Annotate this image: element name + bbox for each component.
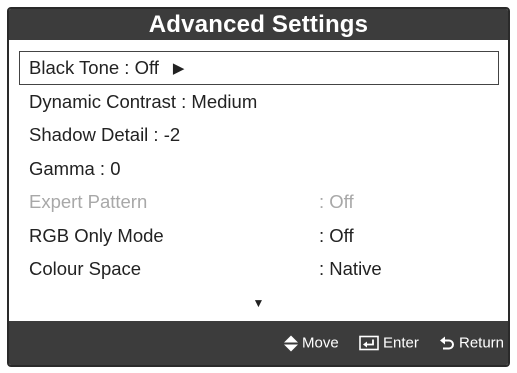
menu-item-label: Colour Space: [29, 258, 142, 280]
scroll-down-indicator-icon[interactable]: ▼: [9, 296, 508, 310]
return-hint: Return: [439, 335, 504, 352]
menu-item-value: : Off: [319, 191, 354, 213]
menu-item-label: RGB Only Mode: [29, 224, 164, 246]
footer-hint-bar: Move Enter Return: [9, 321, 508, 365]
move-hint: Move: [284, 335, 339, 352]
window-title: Advanced Settings: [9, 9, 508, 40]
menu-item-value: : Off: [319, 224, 354, 246]
menu-item-value: : Native: [319, 258, 382, 280]
menu-item-label: Shadow Detail : -2: [29, 124, 181, 146]
menu-item-label: Expert Pattern: [29, 191, 148, 213]
menu-item-rgb-only-mode[interactable]: RGB Only Mode : Off: [19, 219, 499, 253]
settings-menu: Black Tone : Off ▶ Dynamic Contrast : Med…: [19, 51, 499, 286]
menu-item-colour-space[interactable]: Colour Space : Native: [19, 253, 499, 287]
menu-item-dynamic-contrast[interactable]: Dynamic Contrast : Medium: [19, 85, 499, 119]
submenu-arrow-icon: ▶: [172, 60, 185, 77]
enter-icon: [359, 335, 379, 351]
menu-item-label: Gamma : 0: [29, 157, 121, 179]
menu-item-expert-pattern: Expert Pattern : Off: [19, 186, 499, 220]
enter-hint: Enter: [359, 335, 419, 352]
menu-item-gamma[interactable]: Gamma : 0: [19, 152, 499, 186]
menu-item-shadow-detail[interactable]: Shadow Detail : -2: [19, 119, 499, 153]
return-label: Return: [459, 334, 505, 352]
enter-label: Enter: [383, 334, 419, 352]
menu-item-black-tone[interactable]: Black Tone : Off ▶: [19, 51, 499, 85]
advanced-settings-window: Advanced Settings Black Tone : Off ▶ Dyna…: [7, 7, 510, 367]
up-down-arrows-icon: [284, 335, 298, 351]
return-icon: [440, 336, 454, 350]
move-label: Move: [302, 334, 339, 352]
menu-item-label: Dynamic Contrast : Medium: [29, 90, 258, 112]
menu-item-label: Black Tone : Off ▶: [29, 57, 185, 78]
